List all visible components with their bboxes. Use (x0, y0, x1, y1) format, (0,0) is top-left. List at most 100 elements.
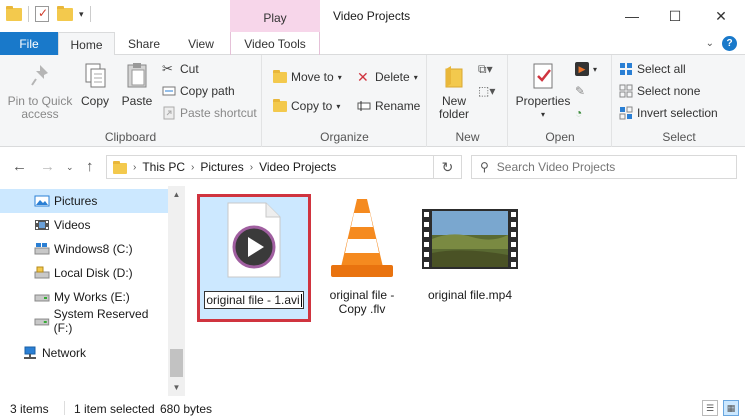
open-group-label: Open (545, 130, 575, 144)
invert-selection-button[interactable]: Invert selection (619, 106, 718, 120)
search-box[interactable]: ⚲ (471, 155, 737, 179)
new-folder-icon[interactable] (57, 6, 73, 22)
scroll-down-icon[interactable]: ▼ (168, 379, 185, 396)
properties-icon[interactable] (35, 6, 51, 22)
back-arrow-icon[interactable]: ← (12, 158, 27, 175)
sidebar-item-videos[interactable]: Videos (0, 213, 168, 237)
file-name: original file - Copy .flv (329, 288, 395, 316)
chevron-down-icon[interactable]: ⌄ (706, 38, 714, 49)
vlc-cone-icon (331, 199, 393, 277)
select-all-button[interactable]: Select all (619, 62, 686, 76)
selection-count: 1 item selected (74, 402, 155, 416)
cut-button[interactable]: ✂ Cut (162, 61, 199, 77)
sidebar-item-windows8-c[interactable]: Windows8 (C:) (0, 237, 168, 261)
drive-icon (34, 318, 50, 326)
edit-button[interactable]: ✎ (575, 84, 585, 98)
breadcrumb-pictures[interactable]: Pictures (200, 160, 243, 174)
new-folder-button[interactable]: New folder (434, 61, 474, 121)
sidebar-item-label: System Reserved (F:) (53, 307, 149, 335)
title-bar: ▾ Play Video Projects — ☐ ✕ (0, 0, 745, 32)
tab-video-tools[interactable]: Video Tools (230, 32, 320, 55)
rename-field[interactable]: original file - 1.avi (204, 291, 304, 309)
paste-icon (127, 63, 147, 88)
large-icons-view-button[interactable]: ▦ (723, 400, 739, 416)
sidebar-item-local-disk-d[interactable]: Local Disk (D:) (0, 261, 168, 285)
refresh-button[interactable]: ↻ (433, 155, 461, 179)
properties-button[interactable]: Properties ▾ (515, 61, 571, 121)
forward-arrow-icon[interactable]: → (40, 158, 55, 175)
tab-home[interactable]: Home (58, 32, 115, 56)
refresh-icon: ↻ (441, 158, 454, 175)
select-all-icon (620, 63, 632, 75)
rename-button[interactable]: Rename (357, 99, 420, 113)
chevron-right-icon[interactable]: › (133, 162, 136, 173)
media-player-icon: ▶ (575, 62, 589, 76)
easy-access-icon: ⬚▾ (478, 84, 496, 98)
invert-selection-icon (619, 106, 633, 120)
address-bar[interactable]: › This PC › Pictures › Video Projects (106, 155, 462, 179)
copy-to-button[interactable]: Copy to ▾ (273, 99, 340, 113)
copy-to-icon (273, 99, 287, 113)
file-item-mp4[interactable]: original file.mp4 (418, 194, 522, 302)
chevron-down-icon: ▾ (336, 101, 341, 111)
sidebar-item-system-reserved-f[interactable]: System Reserved (F:) (0, 307, 168, 335)
move-to-button[interactable]: Move to ▾ (273, 70, 342, 84)
file-item-flv[interactable]: original file - Copy .flv (314, 194, 410, 316)
copy-path-icon (162, 86, 176, 96)
new-item-icon: ⧉▾ (478, 62, 493, 76)
new-group: New folder ⧉▾ ⬚▾ New (428, 55, 508, 147)
new-item-button[interactable]: ⧉▾ (478, 62, 493, 77)
tab-file[interactable]: File (0, 32, 58, 55)
copy-path-button[interactable]: Copy path (162, 84, 235, 98)
select-none-icon (619, 84, 633, 98)
paste-button[interactable]: Paste (118, 61, 156, 108)
recent-locations-chevron-icon[interactable]: ⌄ (66, 162, 74, 173)
breadcrumb-video-projects[interactable]: Video Projects (259, 160, 336, 174)
details-view-icon: ☰ (705, 403, 715, 413)
file-item-avi[interactable]: original file - 1.avi (197, 194, 311, 322)
new-folder-label: New folder (438, 94, 470, 121)
chevron-right-icon[interactable]: › (191, 162, 194, 173)
sidebar-item-label: Network (42, 346, 87, 360)
minimize-button[interactable]: — (609, 0, 655, 32)
sidebar-scrollbar[interactable]: ▲ ▼ (168, 186, 185, 396)
address-row: ← → ⌄ ↑ › This PC › Pictures › Video Pro… (0, 148, 745, 186)
selection-size: 680 bytes (160, 402, 213, 416)
scroll-up-icon[interactable]: ▲ (168, 186, 185, 203)
chevron-right-icon[interactable]: › (250, 162, 253, 173)
clipboard-group-label: Clipboard (104, 130, 157, 144)
sidebar-item-network[interactable]: Network (0, 341, 168, 365)
scissors-icon: ✂ (162, 61, 173, 76)
details-view-button[interactable]: ☰ (702, 400, 718, 416)
close-button[interactable]: ✕ (698, 0, 744, 32)
network-icon (24, 346, 36, 359)
folder-icon[interactable] (6, 6, 22, 22)
breadcrumb-this-pc[interactable]: This PC (142, 160, 185, 174)
search-input[interactable] (496, 160, 717, 174)
toolbar-divider (28, 6, 29, 22)
delete-button[interactable]: ✕ Delete ▾ (357, 70, 418, 84)
contextual-tab-label: Play (263, 11, 287, 25)
select-none-button[interactable]: Select none (619, 84, 700, 98)
maximize-button[interactable]: ☐ (652, 0, 698, 32)
tab-view[interactable]: View (173, 32, 229, 55)
scrollbar-thumb[interactable] (170, 349, 183, 377)
copy-path-label: Copy path (180, 84, 235, 98)
pin-to-quick-access-button[interactable]: Pin to Quick access (6, 61, 74, 121)
open-button[interactable]: ▶ ▾ (575, 62, 597, 76)
history-button[interactable]: ◔ (575, 106, 582, 120)
window-title: Video Projects (333, 9, 411, 23)
sidebar-item-my-works-e[interactable]: My Works (E:) (0, 285, 168, 309)
help-icon[interactable]: ? (722, 36, 737, 51)
sidebar-item-label: Local Disk (D:) (54, 266, 133, 280)
ribbon-tabs: File Home Share View Video Tools ⌄ ? (0, 32, 745, 56)
sidebar-item-pictures[interactable]: Pictures (0, 189, 168, 213)
copy-button[interactable]: Copy (76, 61, 114, 108)
copy-label: Copy (80, 94, 109, 108)
tab-share[interactable]: Share (117, 32, 171, 55)
paste-shortcut-button[interactable]: Paste shortcut (162, 106, 257, 120)
move-to-label: Move to (291, 70, 334, 84)
easy-access-button[interactable]: ⬚▾ (478, 84, 495, 98)
customize-toolbar-dropdown[interactable]: ▾ (79, 9, 84, 20)
up-arrow-icon[interactable]: ↑ (86, 158, 94, 175)
